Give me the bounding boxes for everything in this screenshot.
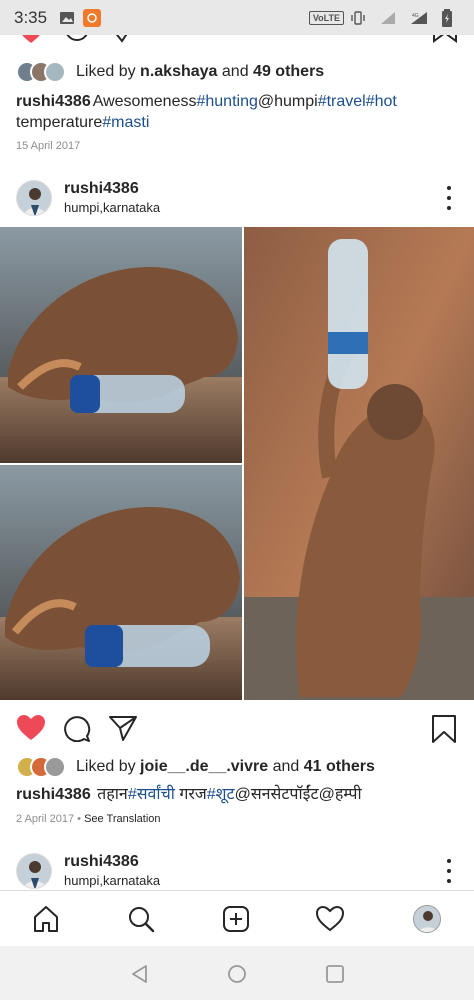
caption-username[interactable]: rushi4386 (16, 93, 91, 110)
battery-icon (442, 8, 452, 27)
feed[interactable]: Liked by n.akshaya and 49 others rushi43… (0, 35, 474, 890)
see-translation-link[interactable]: See Translation (84, 813, 160, 825)
gallery-icon (59, 11, 75, 25)
bookmark-icon[interactable] (430, 714, 458, 749)
avatar[interactable] (16, 853, 52, 889)
more-options-icon[interactable] (446, 186, 452, 210)
send-icon[interactable] (108, 714, 138, 747)
post-username[interactable]: rushi4386 (64, 180, 139, 198)
status-bar: 3:35 VoLTE 4G (0, 0, 474, 35)
hashtag[interactable]: #masti (102, 114, 149, 131)
post-image[interactable] (0, 227, 474, 700)
post3-header: rushi4386 humpi,karnataka (0, 853, 474, 890)
more-options-icon[interactable] (446, 859, 452, 883)
app-notification-icon (83, 8, 102, 27)
recents-icon[interactable] (325, 964, 345, 989)
avatar (44, 61, 66, 83)
comment-icon[interactable] (64, 35, 90, 48)
post1-action-bar (0, 35, 474, 51)
liked-by-label: Liked by n.akshaya and 49 others (76, 63, 325, 80)
home-circle-icon[interactable] (227, 964, 247, 989)
avatar (44, 756, 66, 778)
liked-by-label: Liked by joie__.de__.vivre and 41 others (76, 758, 375, 775)
comment-icon[interactable] (62, 714, 92, 747)
add-icon[interactable] (220, 903, 252, 935)
hashtag[interactable]: #hunting (196, 93, 257, 110)
post1-caption: rushi4386 Awesomeness#hunting@humpi#trave… (16, 93, 397, 131)
heart-icon[interactable] (16, 714, 46, 747)
heart-outline-icon[interactable] (314, 903, 346, 935)
bottom-nav (0, 890, 474, 946)
home-icon[interactable] (30, 903, 62, 935)
likes-count[interactable]: 41 others (304, 758, 375, 775)
profile-tab[interactable] (411, 903, 443, 935)
liker-avatars (16, 61, 66, 83)
search-icon[interactable] (125, 903, 157, 935)
post2-caption: rushi4386 तहान#सर्वांची गरज#शूट@सनसेटपॉई… (16, 786, 362, 803)
system-nav-bar (0, 946, 474, 1000)
liker-avatars (16, 756, 66, 778)
signal-4g-icon: 4G (410, 11, 428, 25)
post2-likes[interactable]: Liked by joie__.de__.vivre and 41 others (16, 756, 375, 778)
hashtag[interactable]: #travel (318, 93, 366, 110)
svg-text:4G: 4G (412, 13, 419, 19)
post2-action-bar (0, 710, 474, 746)
post-location[interactable]: humpi,karnataka (64, 200, 160, 215)
send-icon[interactable] (112, 35, 132, 48)
mention[interactable]: @सनसेटपॉईंट (235, 786, 319, 803)
hashtag[interactable]: #शूट (207, 786, 235, 803)
post1-date: 15 April 2017 (16, 140, 81, 152)
vibrate-icon (350, 10, 366, 26)
volte-badge: VoLTE (308, 10, 344, 25)
liker-username[interactable]: joie__.de__.vivre (140, 758, 268, 775)
mention[interactable]: @humpi (258, 93, 318, 110)
hashtag[interactable]: #hot (366, 93, 397, 110)
status-time: 3:35 (14, 7, 48, 27)
liker-username[interactable]: n.akshaya (140, 63, 217, 80)
caption-username[interactable]: rushi4386 (16, 786, 91, 803)
heart-icon[interactable] (18, 35, 44, 50)
likes-count[interactable]: 49 others (253, 63, 324, 80)
avatar[interactable] (16, 180, 52, 216)
bookmark-icon[interactable] (432, 35, 458, 48)
post-username[interactable]: rushi4386 (64, 853, 139, 871)
post1-likes[interactable]: Liked by n.akshaya and 49 others (16, 61, 324, 83)
post2-date: 2 April 2017 • See Translation (16, 813, 161, 825)
avatar (413, 905, 441, 933)
hashtag[interactable]: #सर्वांची (128, 786, 175, 803)
mention[interactable]: @हम्पी (319, 786, 362, 803)
post-location[interactable]: humpi,karnataka (64, 873, 160, 888)
back-icon[interactable] (130, 964, 150, 989)
signal-icon (380, 11, 396, 25)
